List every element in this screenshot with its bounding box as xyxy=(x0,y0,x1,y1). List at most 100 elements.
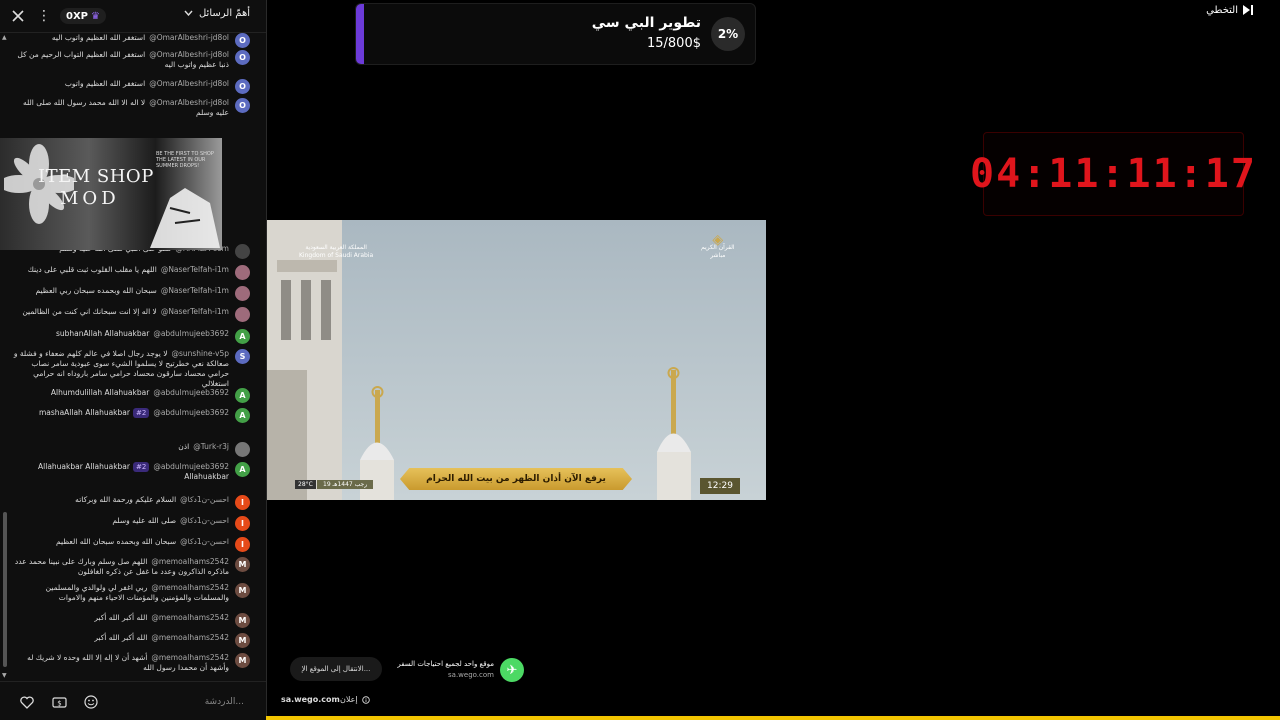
more-options-icon[interactable]: ⋮ xyxy=(37,7,51,25)
chat-message[interactable]: @Turk-r3jاذن xyxy=(12,442,250,457)
chat-input-bar: $ xyxy=(0,681,266,720)
avatar[interactable]: A xyxy=(235,388,250,403)
chat-author[interactable]: @abdulmujeeb3692 xyxy=(153,329,229,338)
ad-subdomain: sa.wego.com xyxy=(448,671,494,679)
quran-channel-logo: ◈ القرآن الكريم مباشر xyxy=(701,233,735,260)
chat-message[interactable]: A @abdulmujeeb3692subhanAllah Allahuakbar xyxy=(12,329,250,344)
chat-author[interactable]: @memoalhams2542 xyxy=(151,583,229,592)
avatar[interactable]: O xyxy=(235,50,250,65)
character-graphic xyxy=(150,188,220,248)
chat-author[interactable]: @abdulmujeeb3692 xyxy=(153,388,229,397)
xp-value: 0XP xyxy=(66,10,88,22)
chat-author[interactable]: @احسن-ن1دكا xyxy=(180,495,229,504)
chat-author[interactable]: @memoalhams2542 xyxy=(151,557,229,566)
chat-author[interactable]: @memoalhams2542 xyxy=(151,613,229,622)
avatar[interactable]: M xyxy=(235,633,250,648)
video-progress-bar[interactable] xyxy=(266,716,1280,720)
avatar[interactable]: M xyxy=(235,653,250,668)
chat-message[interactable]: @NaserTelfah-i1m اللهم يا مقلب القلوب ثبت… xyxy=(12,265,250,280)
chat-message[interactable]: O @OmarAlbeshri-jd8olاستغفر الله العظيم و… xyxy=(12,33,250,48)
ad-domain[interactable]: sa.wego.com xyxy=(281,695,340,704)
rank-badge: #2 xyxy=(132,408,150,418)
avatar[interactable]: A xyxy=(235,329,250,344)
chat-author[interactable]: @abdulmujeeb3692 xyxy=(153,408,229,417)
chat-message-text: سبحان الله وبحمده سبحان الله العظيم xyxy=(55,537,177,546)
avatar[interactable] xyxy=(235,307,250,322)
video-date: 19 رجب 1447هـ xyxy=(317,480,374,489)
chat-filter-dropdown[interactable]: أهمّ الرسائل xyxy=(184,8,250,19)
chat-message[interactable]: A @abdulmujeeb3692Alhumdulillah Allahuakb… xyxy=(12,388,250,403)
chat-author[interactable]: @memoalhams2542 xyxy=(151,633,229,642)
chat-author[interactable]: @Turk-r3j xyxy=(193,442,229,451)
avatar[interactable] xyxy=(235,286,250,301)
avatar[interactable]: A xyxy=(235,408,250,423)
skip-button[interactable]: التخطي xyxy=(1206,4,1254,16)
chat-author[interactable]: @OmarAlbeshri-jd8ol xyxy=(149,98,229,107)
chat-message-body: @abdulmujeeb3692#2Allahuakbar Allahuakba… xyxy=(12,462,229,482)
chat-author[interactable]: @OmarAlbeshri-jd8ol xyxy=(149,79,229,88)
avatar[interactable]: O xyxy=(235,33,250,48)
goal-percent-badge: 2% xyxy=(711,17,745,51)
ad-text[interactable]: موقع واحد لجميع احتياجات السفر sa.wego.c… xyxy=(384,659,494,681)
chat-message[interactable]: @NaserTelfah-i1m لا اله إلا انت سبحانك ان… xyxy=(12,307,250,322)
avatar[interactable]: I xyxy=(235,537,250,552)
chat-message[interactable]: M @memoalhams2542أشهد أن لا إله إلا الله … xyxy=(12,653,250,673)
avatar[interactable]: O xyxy=(235,79,250,94)
ad-visit-site-button[interactable]: الانتقال إلى الموقع الإ... xyxy=(290,657,382,681)
chat-message[interactable]: I @احسن-ن1دكاسبحان الله وبحمده سبحان الله… xyxy=(12,537,250,552)
chat-message-text: صلى الله عليه وسلم xyxy=(112,516,177,525)
chat-message[interactable]: O @OmarAlbeshri-jd8olاستغفر الله العظيم ا… xyxy=(12,50,250,70)
chat-input[interactable] xyxy=(102,691,246,713)
avatar[interactable] xyxy=(235,442,250,457)
chat-message[interactable]: A @abdulmujeeb3692#2mashaAllah Allahuakba… xyxy=(12,408,250,423)
goal-title: تطوير البي سي xyxy=(591,15,701,31)
chat-author[interactable]: @NaserTelfah-i1m xyxy=(161,307,229,316)
chat-message[interactable]: I @احسن-ن1دكاالسلام عليكم ورحمة الله وبرك… xyxy=(12,495,250,510)
avatar[interactable]: O xyxy=(235,98,250,113)
chat-message[interactable]: M @memoalhams2542الله أكبر الله أكبر xyxy=(12,633,250,648)
chat-message-body: @abdulmujeeb3692Alhumdulillah Allahuakba… xyxy=(12,388,229,398)
rank-badge: #2 xyxy=(132,462,150,472)
avatar[interactable]: M xyxy=(235,583,250,598)
ad-label[interactable]: إعلان xyxy=(340,695,370,704)
chat-author[interactable]: @NaserTelfah-i1m xyxy=(161,286,229,295)
chat-author[interactable]: @OmarAlbeshri-jd8ol xyxy=(149,33,229,42)
channel-name-en: Kingdom of Saudi Arabia xyxy=(299,252,374,259)
avatar[interactable]: I xyxy=(235,495,250,510)
chat-message-body: @abdulmujeeb3692subhanAllah Allahuakbar xyxy=(12,329,229,339)
chat-message[interactable]: I @احسن-ن1دكاصلى الله عليه وسلم xyxy=(12,516,250,531)
chat-message[interactable]: S @sunshine-v5pلا يوجد رجال اصلا في عالم … xyxy=(12,349,250,389)
chat-message[interactable]: M @memoalhams2542اللهم صل وسلم وبارك على … xyxy=(12,557,250,577)
chat-author[interactable]: @احسن-ن1دكا xyxy=(180,516,229,525)
super-chat-icon[interactable]: $ xyxy=(50,693,68,711)
chat-message[interactable]: O @OmarAlbeshri-jd8olلا اله الا الله محمد… xyxy=(12,98,250,118)
chat-message-body: @memoalhams2542اللهم صل وسلم وبارك على ن… xyxy=(12,557,229,577)
chat-message[interactable]: M @memoalhams2542ربي اغفر لي ولوالدي والم… xyxy=(12,583,250,603)
chat-author[interactable]: @NaserTelfah-i1m xyxy=(161,265,229,274)
heart-icon[interactable] xyxy=(18,693,36,711)
chat-message[interactable]: M @memoalhams2542الله أكبر الله أكبر xyxy=(12,613,250,628)
chat-message-body: @sunshine-v5pلا يوجد رجال اصلا في عالم ك… xyxy=(12,349,229,389)
chat-author[interactable]: @memoalhams2542 xyxy=(151,653,229,662)
avatar[interactable]: S xyxy=(235,349,250,364)
emoji-icon[interactable] xyxy=(82,693,100,711)
chat-message[interactable]: A @abdulmujeeb3692#2Allahuakbar Allahuakb… xyxy=(12,462,250,482)
chat-filter-label: أهمّ الرسائل xyxy=(198,8,250,19)
avatar[interactable]: M xyxy=(235,613,250,628)
close-icon[interactable] xyxy=(10,7,26,25)
avatar[interactable]: M xyxy=(235,557,250,572)
avatar[interactable] xyxy=(235,265,250,280)
chat-author[interactable]: @sunshine-v5p xyxy=(171,349,229,358)
chat-author[interactable]: @احسن-ن1دكا xyxy=(180,537,229,546)
chat-author[interactable]: @abdulmujeeb3692 xyxy=(153,462,229,471)
avatar[interactable] xyxy=(235,244,250,259)
xp-badge[interactable]: 0XP ♛ xyxy=(60,8,106,24)
wego-plane-icon[interactable]: ✈ xyxy=(500,658,524,682)
skip-next-icon xyxy=(1243,5,1253,15)
chat-message[interactable]: @NaserTelfah-i1m سبحان الله وبحمده سبحان … xyxy=(12,286,250,301)
avatar[interactable]: I xyxy=(235,516,250,531)
chat-message[interactable]: O @OmarAlbeshri-jd8olاستغفر الله العظيم و… xyxy=(12,79,250,94)
chat-author[interactable]: @OmarAlbeshri-jd8ol xyxy=(149,50,229,59)
video-player[interactable]: المملكة العربية السعودية Kingdom of Saud… xyxy=(267,220,766,500)
avatar[interactable]: A xyxy=(235,462,250,477)
